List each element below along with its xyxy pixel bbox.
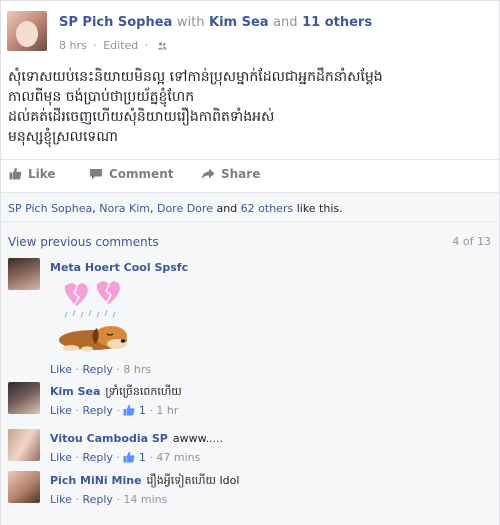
comment-time[interactable]: 47 mins <box>156 451 200 464</box>
view-previous-comments-link[interactable]: View previous comments <box>8 235 159 249</box>
commenter-avatar[interactable] <box>8 382 40 414</box>
liker-link[interactable]: Nora Kim <box>99 202 150 215</box>
comment-item: Pich MiNi Mine រឿងអ្វីទៀតហើយ Idol Like · … <box>8 471 492 511</box>
separator: · <box>149 451 153 464</box>
author-avatar[interactable] <box>7 11 47 51</box>
comment-meta: Like · Reply · 1 · 47 mins <box>50 451 200 464</box>
commenter-avatar[interactable] <box>8 258 40 290</box>
separator: · <box>75 451 79 464</box>
comment-like-link[interactable]: Like <box>50 493 72 506</box>
commenter-name-link[interactable]: Kim Sea <box>50 385 100 398</box>
edited-link[interactable]: Edited <box>103 39 138 52</box>
likes-summary: SP Pich Sophea, Nora Kim, Dore Dore and … <box>1 192 499 222</box>
comment-time[interactable]: 1 hr <box>156 404 178 417</box>
post-text-line: កាលពីមុន ចង់ប្រាប់ថាប្រយ័ត្នខ្ញុំហែក <box>8 89 195 105</box>
commenter-avatar[interactable] <box>8 471 40 503</box>
tagged-others-link[interactable]: 11 others <box>302 15 372 30</box>
commenter-avatar[interactable] <box>8 429 40 461</box>
post-header: SP Pich Sophea with Kim Sea and 11 other… <box>7 9 495 57</box>
separator: · <box>75 404 79 417</box>
likes-text: SP Pich Sophea, Nora Kim, Dore Dore and … <box>8 202 343 215</box>
comment-like-count-icon <box>123 404 135 416</box>
friends-audience-icon[interactable] <box>157 42 167 50</box>
comment-item: Meta Hoert Cool Spsfc Like · Reply · 8 h… <box>8 258 492 378</box>
likers-others-link[interactable]: 62 others <box>241 202 294 215</box>
share-action-button[interactable]: Share <box>201 167 260 181</box>
post-meta: 8 hrs · Edited · <box>59 39 167 52</box>
comment-like-link[interactable]: Like <box>50 363 72 376</box>
likes-suffix: like this. <box>296 202 343 215</box>
author-line: SP Pich Sophea with Kim Sea and 11 other… <box>59 15 372 30</box>
comment-action-label: Comment <box>109 167 174 181</box>
comment-meta: Like · Reply · 14 mins <box>50 493 167 506</box>
commenter-name: Pich MiNi Mine រឿងអ្វីទៀតហើយ Idol <box>50 474 239 490</box>
comment-meta: Like · Reply · 8 hrs <box>50 363 151 376</box>
comment-meta: Like · Reply · 1 · 1 hr <box>50 404 178 417</box>
comment-like-link[interactable]: Like <box>50 451 72 464</box>
comment-action-button[interactable]: Comment <box>89 167 173 181</box>
comment-time[interactable]: 8 hrs <box>123 363 151 376</box>
comment-reply-link[interactable]: Reply <box>82 363 112 376</box>
separator: · <box>116 451 120 464</box>
comment-text: រឿងអ្វីទៀតហើយ Idol <box>146 474 240 487</box>
separator: · <box>75 363 79 376</box>
and-text: and <box>273 15 298 30</box>
commenter-name: Vitou Cambodia SP awww..... <box>50 432 223 445</box>
comment-time[interactable]: 14 mins <box>123 493 167 506</box>
comment-text: ទ្រាំច្រើនពេកហើយ <box>105 385 182 398</box>
post-text-line: មនុស្សខ្ញុំស្រលទេណា <box>8 129 118 145</box>
crying-dog-sticker <box>59 281 127 352</box>
thumbs-up-icon <box>9 167 22 180</box>
separator: · <box>75 493 79 506</box>
commenter-name-link[interactable]: Vitou Cambodia SP <box>50 432 168 445</box>
with-text: with <box>176 15 205 30</box>
comment-reply-link[interactable]: Reply <box>82 404 112 417</box>
post-text-line: ដល់គត់ដើរចេញហើយសុំនិយាយរឿងកាពិតទាំងអស់ <box>8 109 275 125</box>
separator: · <box>116 363 120 376</box>
commenter-name[interactable]: Meta Hoert Cool Spsfc <box>50 261 188 274</box>
liker-link[interactable]: SP Pich Sophea <box>8 202 92 215</box>
separator: · <box>149 404 153 417</box>
separator: · <box>116 404 120 417</box>
comments-section: View previous comments 4 of 13 Meta Hoer… <box>1 222 499 525</box>
post-text-line: សុំទោសយប់នេះនិយាយមិនល្អ ទៅកាន់ប្រុសម្នាក… <box>8 69 383 85</box>
comment-reply-link[interactable]: Reply <box>82 493 112 506</box>
share-action-label: Share <box>221 167 261 181</box>
separator: · <box>144 39 149 52</box>
commenter-name-link[interactable]: Pich MiNi Mine <box>50 474 142 487</box>
share-arrow-icon <box>201 168 215 180</box>
comment-like-count[interactable]: 1 <box>139 451 146 464</box>
separator: · <box>116 493 120 506</box>
comment-item: Vitou Cambodia SP awww..... Like · Reply … <box>8 429 492 469</box>
comment-like-link[interactable]: Like <box>50 404 72 417</box>
separator: · <box>93 39 97 52</box>
like-action-button[interactable]: Like <box>9 167 56 181</box>
like-action-label: Like <box>28 167 56 181</box>
comment-text: awww..... <box>172 432 224 445</box>
and-text: and <box>216 202 238 215</box>
comment-item: Kim Sea ទ្រាំច្រើនពេកហើយ Like · Reply · 1… <box>8 382 492 422</box>
post-card: SP Pich Sophea with Kim Sea and 11 other… <box>0 0 500 525</box>
commenter-name: Kim Sea ទ្រាំច្រើនពេកហើយ <box>50 385 182 401</box>
speech-bubble-icon <box>90 169 102 180</box>
comment-like-count-icon <box>123 451 135 463</box>
comment-count: 4 of 13 <box>452 235 491 248</box>
liker-link[interactable]: Dore Dore <box>157 202 213 215</box>
comment-like-count[interactable]: 1 <box>139 404 146 417</box>
tagged-person-link[interactable]: Kim Sea <box>209 15 269 30</box>
author-name-link[interactable]: SP Pich Sophea <box>59 15 172 30</box>
action-bar: Like Comment Share <box>1 159 499 189</box>
post-time-link[interactable]: 8 hrs <box>59 39 87 52</box>
post-body: សុំទោសយប់នេះនិយាយមិនល្អ ទៅកាន់ប្រុសម្នាក… <box>8 67 494 147</box>
comment-reply-link[interactable]: Reply <box>82 451 112 464</box>
